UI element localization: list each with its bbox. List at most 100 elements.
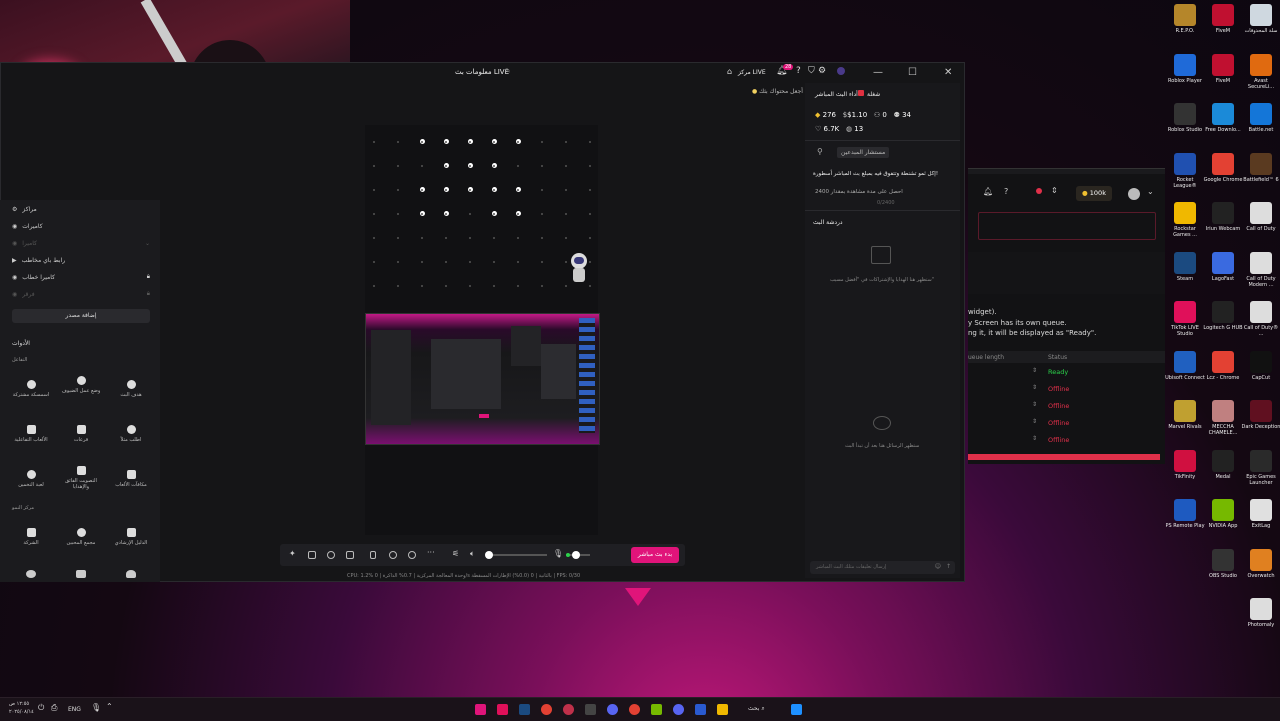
tool-request[interactable]: اطلب مثلاً	[111, 425, 151, 443]
tiktok-taskbar-icon[interactable]	[497, 704, 508, 715]
creator-hub-button[interactable]: مستشار المبدعين	[837, 147, 890, 158]
desktop-icon[interactable]: Dark Deception	[1241, 400, 1280, 430]
record-icon[interactable]	[389, 551, 397, 559]
chat-input[interactable]: إرسال تعليقات مثلك البث المباشر ☺ ↑	[810, 561, 955, 574]
share-label[interactable]: شغلة	[867, 91, 880, 98]
source-item[interactable]: ◉ كاميرا ⌄	[12, 236, 150, 250]
send-icon[interactable]: ↑	[946, 563, 951, 570]
maximize-icon[interactable]: ☐	[908, 67, 917, 78]
desktop-icon[interactable]: Avast SecureLi...	[1241, 53, 1280, 90]
stepper-icon[interactable]: ⇕	[1032, 384, 1037, 391]
tool-raffles[interactable]: قرعات	[61, 425, 101, 443]
magic-wand-icon[interactable]: ✦	[289, 549, 297, 558]
live-center-link[interactable]: مركز LIVE	[738, 69, 766, 76]
bell-icon[interactable]: 🔔︎	[983, 187, 993, 196]
desktop-icon[interactable]: Free Downlo...	[1203, 103, 1243, 133]
desktop-icon[interactable]: Ubisoft Connect	[1165, 350, 1205, 381]
chevron-up-icon[interactable]: ⌃	[106, 702, 113, 711]
mic-volume-thumb[interactable]	[572, 551, 580, 559]
desktop-icon[interactable]: Lcz - Chrome	[1203, 350, 1243, 381]
source-item[interactable]: ⚙ مراكز	[12, 202, 150, 216]
stepper-icon[interactable]: ⇕	[1032, 367, 1037, 374]
desktop-icon[interactable]: Google Chrome	[1203, 152, 1243, 183]
desktop-icon[interactable]: MECCHA CHAMELE...	[1203, 400, 1243, 436]
tip-banner[interactable]: ● أجعل محتواك بثك	[752, 88, 803, 95]
desktop-icon[interactable]: Battle.net	[1241, 103, 1280, 133]
help-icon[interactable]: ?	[796, 66, 801, 76]
desktop-icon[interactable]: FiveM	[1203, 53, 1243, 84]
microphone-icon[interactable]: 🎙︎	[553, 549, 563, 558]
source-item[interactable]: ▶ رابط باي مخاطب	[12, 253, 150, 267]
tool-company[interactable]: الشركة	[11, 528, 51, 546]
desktop-icon[interactable]: Rocket League®	[1165, 152, 1205, 189]
desktop-icon[interactable]: ExitLag	[1241, 499, 1280, 529]
speaker-icon[interactable]: 🔈︎	[470, 549, 478, 558]
discord-taskbar-icon[interactable]	[607, 704, 618, 715]
desktop-icon[interactable]: R.E.P.O.	[1165, 4, 1205, 34]
edit-icon[interactable]: ✎	[505, 67, 511, 75]
more-icon[interactable]: ···	[427, 548, 435, 557]
chevron-down-icon[interactable]: ⌄	[145, 240, 150, 247]
coins-badge[interactable]: ● 100k	[1076, 186, 1112, 201]
power-icon[interactable]: ⏻	[38, 703, 44, 713]
desktop-icon[interactable]: Call of Duty® ...	[1241, 301, 1280, 337]
desktop-icon[interactable]: Logitech G HUB	[1203, 301, 1243, 331]
desktop-icon[interactable]: TikFinity	[1165, 449, 1205, 480]
minimize-icon[interactable]: —	[873, 67, 883, 78]
more-icon[interactable]	[126, 570, 136, 578]
emoji-icon[interactable]: ☺	[935, 563, 941, 570]
layout-icon[interactable]	[308, 551, 316, 559]
tool-guest-mode[interactable]: وضع عمل الضيوف	[61, 376, 101, 394]
desktop-icon[interactable]: Call of Duty	[1241, 202, 1280, 232]
tool-guessing-game[interactable]: لعبة التخمين	[11, 470, 51, 488]
camera-switch-icon[interactable]	[408, 551, 416, 559]
desktop-icon[interactable]: Roblox Studio	[1165, 103, 1205, 133]
desktop-icon[interactable]: Battlefield™ 6	[1241, 152, 1280, 183]
search-box[interactable]: بحث ⌕	[748, 705, 765, 713]
start-icon[interactable]	[791, 704, 802, 715]
desktop-icon[interactable]: LagoFast	[1203, 251, 1243, 282]
network-icon[interactable]: ⎙	[51, 703, 57, 713]
capcut-taskbar-icon[interactable]	[475, 704, 486, 715]
tool-fan-club[interactable]: مجمع المحبين	[61, 528, 101, 546]
rocket-taskbar-icon[interactable]	[563, 704, 574, 715]
desktop-icon[interactable]: Marvel Rivals	[1165, 400, 1205, 430]
speaker-volume-thumb[interactable]	[485, 551, 493, 559]
desktop-icon[interactable]: TikTok LIVE Studio	[1165, 301, 1205, 337]
desktop-icon[interactable]: Photomaly	[1241, 598, 1280, 628]
stepper-icon[interactable]: ⇕	[1032, 401, 1037, 408]
add-source-button[interactable]: إضافة مصدر	[12, 309, 150, 323]
more-icon[interactable]	[26, 570, 36, 578]
source-item[interactable]: ◉ فرقر 🔒︎	[12, 287, 150, 301]
home-icon[interactable]: ⌂	[727, 67, 732, 76]
close-icon[interactable]: ✕	[944, 67, 952, 78]
folder-taskbar-icon[interactable]	[717, 704, 728, 715]
desktop-icon[interactable]: OBS Studio	[1203, 548, 1243, 579]
sort-icon[interactable]: ⇕	[1051, 186, 1058, 195]
desktop-icon[interactable]: NVIDIA App	[1203, 499, 1243, 529]
tool-guide[interactable]: الدليل الإرشادي	[111, 528, 151, 546]
desktop-icon[interactable]: Iriun Webcam	[1203, 202, 1243, 232]
tool-interactive-games[interactable]: الألعاب التفاعلية	[11, 425, 51, 443]
source-item[interactable]: ◉ كاميرات	[12, 219, 150, 233]
tool-stream-goal[interactable]: هدف البث	[111, 380, 151, 398]
desktop-icon[interactable]: Steam	[1165, 251, 1205, 282]
microphone-icon[interactable]: 🎙︎	[91, 703, 101, 712]
terminal-taskbar-icon[interactable]	[585, 704, 596, 715]
effects-icon[interactable]	[327, 551, 335, 559]
steam-taskbar-icon[interactable]	[519, 704, 530, 715]
stepper-icon[interactable]: ⇕	[1032, 435, 1037, 442]
chevron-down-icon[interactable]: ⌄	[1147, 187, 1154, 196]
mixer-icon[interactable]: ⚟	[452, 549, 460, 558]
desktop-icon[interactable]: Rockstar Games ...	[1165, 202, 1205, 238]
clock-date[interactable]: ٢٠٢٥/٠٨/١٤	[9, 709, 34, 715]
help-icon[interactable]: ?	[1004, 187, 1008, 196]
chrome-taskbar-icon[interactable]	[629, 704, 640, 715]
go-live-button[interactable]: بدء بث مباشر	[631, 547, 679, 563]
desktop-icon[interactable]: Epic Games Launcher	[1241, 449, 1280, 486]
shield-icon[interactable]: ⛉	[808, 66, 815, 76]
settings-taskbar-icon[interactable]	[695, 704, 706, 715]
desktop-icon[interactable]: FiveM	[1203, 4, 1243, 34]
desktop-icon[interactable]: سلة المحذوفات	[1241, 4, 1280, 34]
language-indicator[interactable]: ENG	[68, 706, 81, 713]
